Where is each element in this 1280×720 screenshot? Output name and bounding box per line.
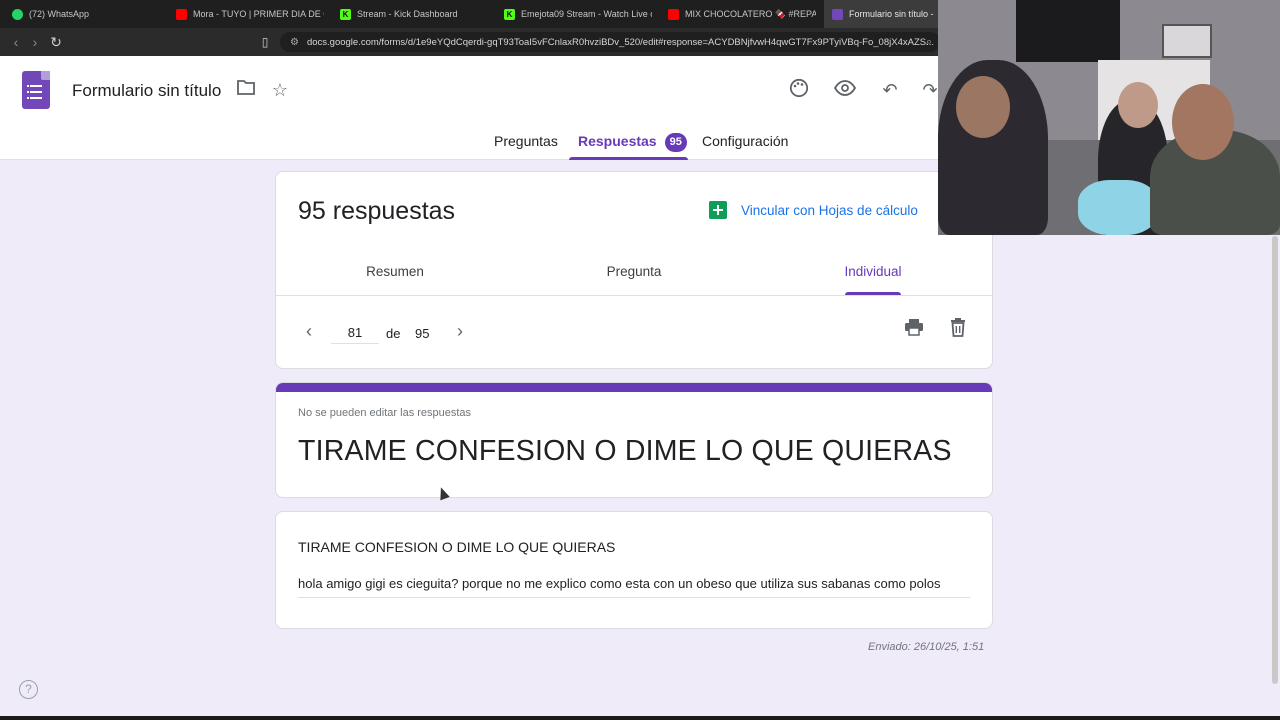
help-icon[interactable]: ?	[19, 680, 38, 699]
google-forms-logo-icon[interactable]	[22, 71, 50, 109]
response-pager: ‹ 81 de 95 ›	[276, 296, 992, 369]
form-accent-bar	[276, 383, 992, 392]
active-tab-indicator	[569, 157, 688, 160]
zoom-icon[interactable]: ⌕	[926, 36, 932, 49]
subtab-summary[interactable]: Resumen	[366, 264, 424, 279]
tab-settings[interactable]: Configuración	[702, 133, 788, 149]
bookmark-icon[interactable]: ▯	[257, 34, 273, 50]
answer-text: hola amigo gigi es cieguita? porque no m…	[298, 576, 970, 598]
forms-icon	[832, 8, 843, 20]
link-sheets-label: Vincular con Hojas de cálculo	[741, 202, 918, 218]
forms-header: Formulario sin título ☆ ↶ ↷ Preguntas Re…	[0, 56, 938, 160]
whatsapp-icon	[12, 8, 23, 20]
question-card: TIRAME CONFESION O DIME LO QUE QUIERAS h…	[275, 511, 993, 629]
webcam-tv	[1016, 0, 1120, 62]
subtab-question[interactable]: Pregunta	[607, 264, 662, 279]
webcam-blanket	[1078, 180, 1158, 235]
browser-tab-kick-stream[interactable]: K Emejota09 Stream - Watch Live on Kick	[496, 0, 660, 28]
address-bar[interactable]: ⚙ docs.google.com/forms/d/1e9eYQdCqerdi-…	[280, 32, 940, 52]
preview-eye-icon[interactable]	[833, 78, 857, 102]
browser-tab-forms[interactable]: Formulario sin título - For	[824, 0, 944, 28]
cannot-edit-notice: No se pueden editar las respuestas	[298, 407, 472, 419]
youtube-icon	[668, 8, 679, 20]
url-text: docs.google.com/forms/d/1e9eYQdCqerdi-gq…	[306, 36, 934, 48]
reload-icon[interactable]: ↻	[48, 34, 64, 50]
webcam-person-left-head	[956, 76, 1010, 138]
link-sheets-button[interactable]: Vincular con Hojas de cálculo	[709, 201, 918, 219]
forward-icon[interactable]: ›	[27, 34, 43, 50]
form-title[interactable]: Formulario sin título	[72, 81, 221, 101]
active-subtab-indicator	[845, 292, 901, 295]
browser-tab-youtube-mora[interactable]: Mora - TUYO | PRIMER DIA DE CLASE	[168, 0, 332, 28]
folder-icon[interactable]	[234, 78, 258, 102]
star-icon[interactable]: ☆	[268, 78, 292, 102]
browser-tab-whatsapp[interactable]: (72) WhatsApp	[4, 0, 168, 28]
palette-icon[interactable]	[787, 78, 811, 102]
pager-total: 95	[415, 326, 430, 341]
submitted-timestamp: Enviado: 26/10/25, 1:51	[868, 641, 985, 653]
site-info-icon[interactable]: ⚙	[290, 37, 299, 48]
back-icon[interactable]: ‹	[8, 34, 24, 50]
redo-icon[interactable]: ↷	[922, 78, 938, 102]
kick-icon: K	[504, 8, 515, 20]
kick-icon: K	[340, 8, 351, 20]
tab-questions[interactable]: Preguntas	[494, 133, 558, 149]
taskbar-edge	[0, 716, 1280, 720]
sheets-icon	[709, 201, 727, 219]
chevron-right-icon[interactable]: ›	[451, 320, 469, 342]
subtab-individual[interactable]: Individual	[844, 264, 901, 279]
youtube-icon	[176, 8, 187, 20]
pager-of-label: de	[386, 326, 401, 341]
tab-responses-label: Respuestas	[578, 133, 657, 149]
print-icon[interactable]	[902, 318, 926, 342]
browser-tab-youtube-mix[interactable]: MIX CHOCOLATERO 🍫 #REPARTO (M	[660, 0, 824, 28]
undo-icon[interactable]: ↶	[878, 78, 902, 102]
responses-subtabs: Resumen Pregunta Individual	[276, 250, 992, 296]
tab-responses[interactable]: Respuestas 95	[578, 133, 687, 152]
response-number-input[interactable]: 81	[331, 322, 379, 344]
chevron-left-icon[interactable]: ‹	[300, 320, 318, 342]
browser-tab-kick-dashboard[interactable]: K Stream - Kick Dashboard	[332, 0, 496, 28]
responses-count-badge: 95	[664, 133, 687, 152]
responses-count: 95 respuestas	[298, 197, 456, 225]
form-heading-card: No se pueden editar las respuestas TIRAM…	[275, 382, 993, 498]
webcam-poster	[1162, 24, 1212, 58]
delete-trash-icon[interactable]	[946, 318, 970, 342]
webcam-overlay	[938, 0, 1280, 235]
page-scrollbar[interactable]	[1272, 236, 1278, 684]
form-heading: TIRAME CONFESION O DIME LO QUE QUIERAS	[298, 435, 952, 467]
webcam-person-right-head	[1172, 84, 1234, 160]
form-tabs: Preguntas Respuestas 95 Configuración	[0, 128, 938, 160]
webcam-person-middle-head	[1118, 82, 1158, 128]
responses-summary-card: 95 respuestas Vincular con Hojas de cálc…	[275, 171, 993, 369]
question-label: TIRAME CONFESION O DIME LO QUE QUIERAS	[298, 539, 616, 555]
